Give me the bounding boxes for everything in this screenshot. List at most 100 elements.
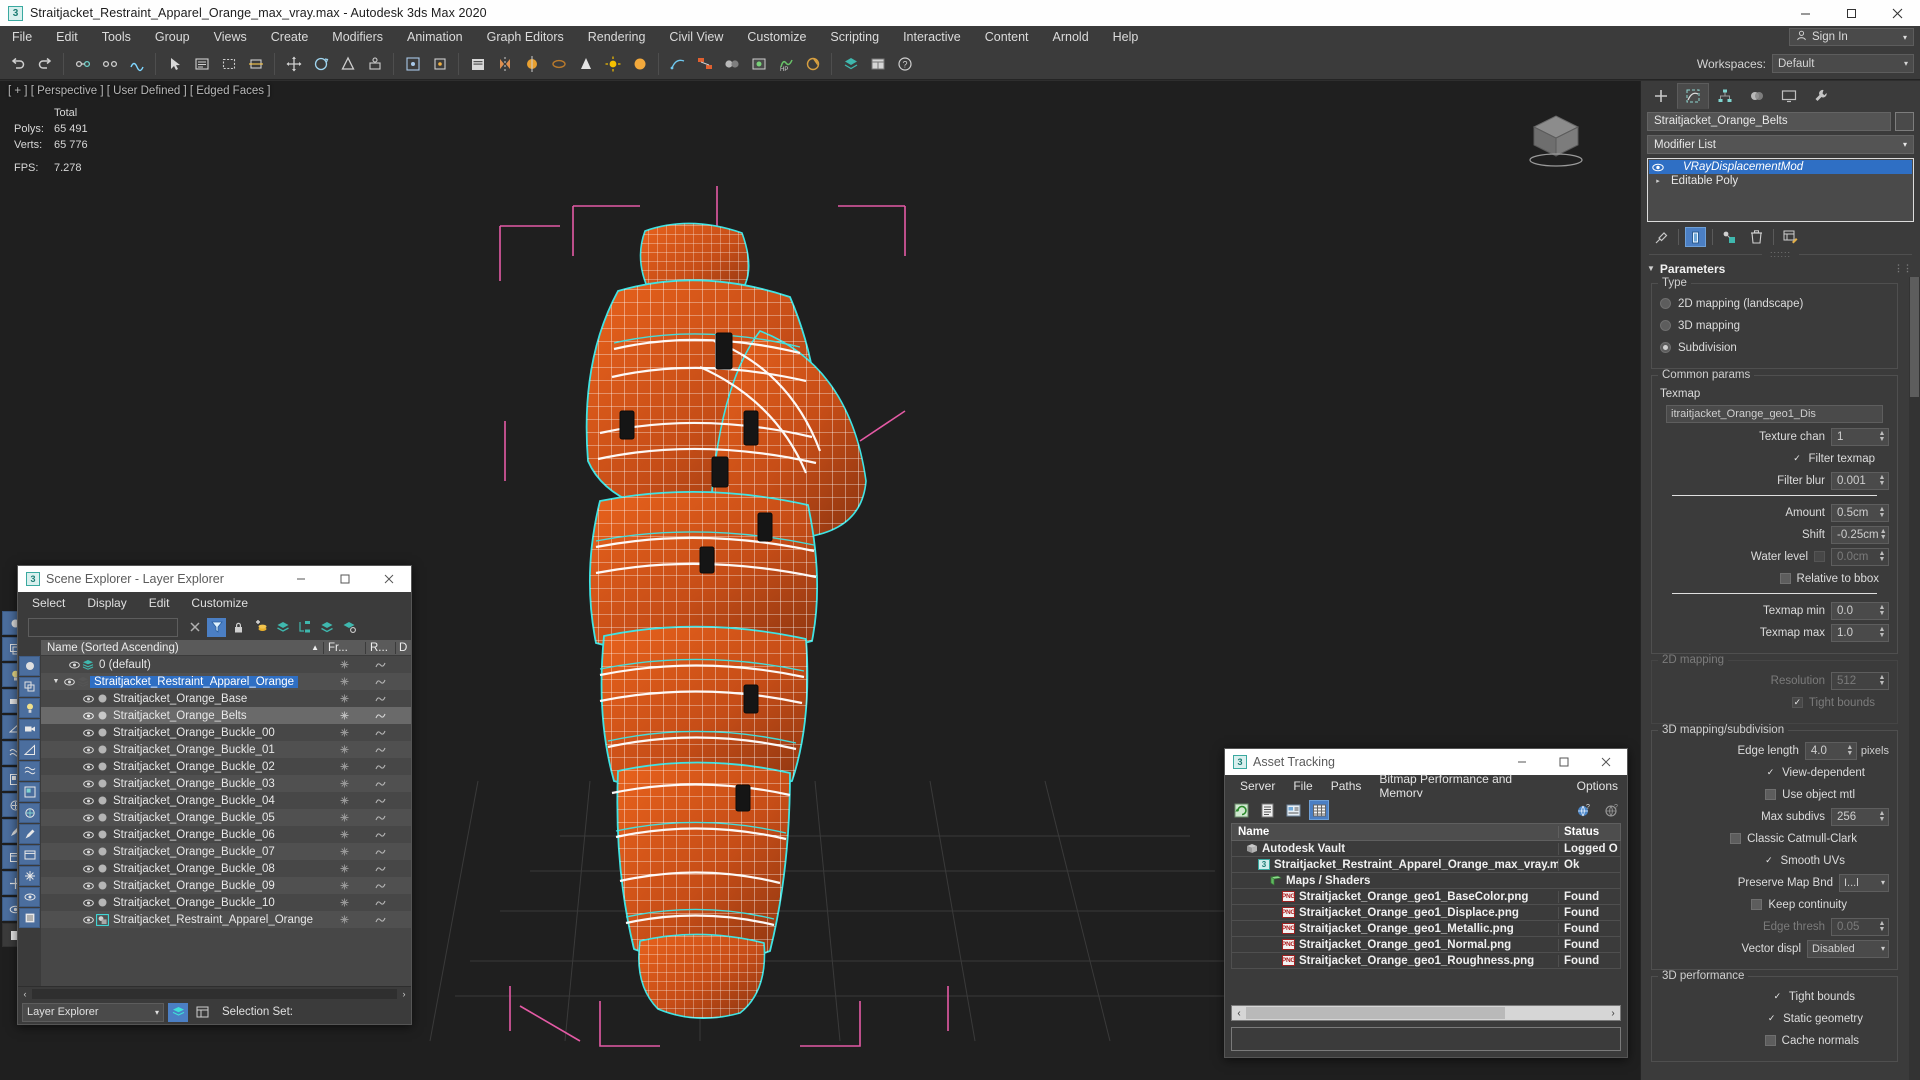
placement-icon[interactable] bbox=[361, 50, 388, 77]
render-toggle[interactable] bbox=[365, 711, 395, 720]
parameters-scroll-area[interactable]: Type 2D mapping (landscape) 3D mapping S… bbox=[1641, 277, 1920, 1080]
menu-views[interactable]: Views bbox=[202, 26, 259, 48]
minimize-button[interactable] bbox=[1782, 0, 1828, 26]
table-row[interactable]: 3 Straitjacket_Restraint_Apparel_Orange_… bbox=[1231, 857, 1621, 873]
utilities-tab[interactable] bbox=[1805, 83, 1837, 109]
frozen-toggle[interactable] bbox=[323, 677, 365, 686]
render-frame-icon[interactable]: HP bbox=[772, 50, 799, 77]
table-row[interactable]: Straitjacket_Orange_Buckle_10 bbox=[41, 894, 411, 911]
path-view-icon[interactable] bbox=[1283, 800, 1303, 820]
render-toggle[interactable] bbox=[365, 728, 395, 737]
render-toggle[interactable] bbox=[365, 813, 395, 822]
menu-group[interactable]: Group bbox=[143, 26, 202, 48]
display-tab[interactable] bbox=[1773, 83, 1805, 109]
table-row[interactable]: Maps / Shaders bbox=[1231, 873, 1621, 889]
visibility-eye-icon[interactable] bbox=[81, 814, 95, 822]
menu-content[interactable]: Content bbox=[973, 26, 1041, 48]
radio-icon[interactable] bbox=[1660, 320, 1671, 331]
menu-edit[interactable]: Edit bbox=[44, 26, 90, 48]
search-input[interactable] bbox=[28, 617, 178, 637]
frozen-toggle[interactable] bbox=[323, 660, 365, 669]
visibility-eye-icon[interactable] bbox=[81, 882, 95, 890]
schematic-view-icon[interactable] bbox=[691, 50, 718, 77]
lock-icon[interactable] bbox=[229, 618, 248, 637]
column-header-name[interactable]: Name (Sorted Ascending) bbox=[47, 642, 179, 654]
explorer-mode-dropdown[interactable]: Layer Explorer ▾ bbox=[22, 1002, 164, 1022]
eye-icon[interactable] bbox=[1649, 163, 1667, 172]
scene-explorer-list[interactable]: Name (Sorted Ascending) ▲ Fr... R... D 0… bbox=[41, 640, 411, 986]
amount-spinner[interactable]: 0.5cm ▲ ▼ bbox=[1831, 503, 1889, 522]
spinner-arrows-icon[interactable]: ▲ ▼ bbox=[1879, 528, 1888, 541]
layer-plus-icon[interactable] bbox=[273, 618, 292, 637]
classic-catmull-clark-row[interactable]: Classic Catmull-Clark bbox=[1660, 829, 1889, 848]
asset-tracking-icon[interactable] bbox=[864, 50, 891, 77]
frozen-toggle[interactable] bbox=[323, 796, 365, 805]
expander-triangle-icon[interactable]: ▼ bbox=[50, 678, 62, 685]
frozen-toggle[interactable] bbox=[323, 779, 365, 788]
select-object-icon[interactable] bbox=[161, 50, 188, 77]
add-layer-icon[interactable] bbox=[251, 618, 270, 637]
spinner-arrows-icon[interactable]: ▲ ▼ bbox=[1876, 550, 1888, 563]
scroll-right-arrow-icon[interactable]: › bbox=[397, 989, 411, 999]
checkbox-icon[interactable] bbox=[1764, 1035, 1776, 1046]
scroll-left-arrow-icon[interactable]: ‹ bbox=[18, 989, 32, 999]
selection-region-icon[interactable] bbox=[215, 50, 242, 77]
filter-cameras-icon[interactable] bbox=[19, 719, 40, 739]
table-row[interactable]: Straitjacket_Orange_Buckle_06 bbox=[41, 826, 411, 843]
checkbox-icon[interactable]: ✓ bbox=[1765, 767, 1777, 778]
menu-rendering[interactable]: Rendering bbox=[576, 26, 658, 48]
render-toggle[interactable] bbox=[365, 745, 395, 754]
menu-civil-view[interactable]: Civil View bbox=[657, 26, 735, 48]
close-button[interactable] bbox=[367, 566, 411, 592]
select-move-icon[interactable] bbox=[280, 50, 307, 77]
keep-continuity-row[interactable]: Keep continuity bbox=[1660, 895, 1889, 914]
texmap-button[interactable]: itraitjacket_Orange_geo1_Dis bbox=[1666, 405, 1883, 423]
table-row[interactable]: Straitjacket_Orange_Buckle_09 bbox=[41, 877, 411, 894]
filter-blur-spinner[interactable]: 0.001 ▲ ▼ bbox=[1831, 471, 1889, 490]
render-toggle[interactable] bbox=[365, 660, 395, 669]
menu-arnold[interactable]: Arnold bbox=[1041, 26, 1101, 48]
visibility-eye-icon[interactable] bbox=[81, 763, 95, 771]
table-row[interactable]: Straitjacket_Orange_Buckle_00 bbox=[41, 724, 411, 741]
frozen-toggle[interactable] bbox=[323, 847, 365, 856]
menu-file[interactable]: File bbox=[0, 26, 44, 48]
frozen-toggle[interactable] bbox=[323, 830, 365, 839]
window-crossing-icon[interactable] bbox=[242, 50, 269, 77]
render-setup-icon[interactable] bbox=[745, 50, 772, 77]
visibility-eye-icon[interactable] bbox=[81, 780, 95, 788]
modify-tab[interactable] bbox=[1677, 83, 1709, 109]
visibility-eye-icon[interactable] bbox=[81, 695, 95, 703]
render-toggle[interactable] bbox=[365, 779, 395, 788]
radio-subdivision[interactable]: Subdivision bbox=[1660, 338, 1889, 357]
checkbox-icon[interactable]: ✓ bbox=[1766, 1013, 1778, 1024]
array-icon[interactable] bbox=[545, 50, 572, 77]
texmap-max-spinner[interactable]: 1.0 ▲ ▼ bbox=[1831, 623, 1889, 642]
spinner-arrows-icon[interactable]: ▲ ▼ bbox=[1876, 474, 1888, 487]
view-dependent-row[interactable]: ✓ View-dependent bbox=[1660, 763, 1889, 782]
column-header-render[interactable]: R... bbox=[365, 641, 395, 654]
table-row[interactable]: Straitjacket_Orange_Buckle_03 bbox=[41, 775, 411, 792]
layer-toggle-icon[interactable] bbox=[168, 1002, 188, 1022]
menu-tools[interactable]: Tools bbox=[90, 26, 143, 48]
close-button[interactable] bbox=[1585, 749, 1627, 775]
texture-chan-spinner[interactable]: 1 ▲ ▼ bbox=[1831, 427, 1889, 446]
undo-icon[interactable] bbox=[4, 50, 31, 77]
relative-bbox-row[interactable]: Relative to bbox bbox=[1660, 569, 1889, 588]
spinner-arrows-icon[interactable]: ▲ ▼ bbox=[1844, 744, 1856, 757]
render-toggle[interactable] bbox=[365, 847, 395, 856]
curve-editor-icon[interactable] bbox=[664, 50, 691, 77]
render-toggle[interactable] bbox=[365, 677, 395, 686]
filter-space-warps-icon[interactable] bbox=[19, 761, 40, 781]
select-scale-icon[interactable] bbox=[334, 50, 361, 77]
pin-stack-icon[interactable] bbox=[1651, 227, 1672, 247]
table-row[interactable]: Straitjacket_Orange_Buckle_04 bbox=[41, 792, 411, 809]
cone-icon[interactable] bbox=[572, 50, 599, 77]
scrollbar-thumb[interactable] bbox=[1246, 1007, 1506, 1019]
shift-spinner[interactable]: -0.25cm ▲ ▼ bbox=[1831, 525, 1889, 544]
frozen-toggle[interactable] bbox=[323, 728, 365, 737]
column-header-display[interactable]: D bbox=[395, 641, 411, 654]
sign-in-button[interactable]: Sign In ▾ bbox=[1789, 28, 1914, 46]
checkbox-icon[interactable]: ✓ bbox=[1771, 991, 1783, 1002]
texmap-min-spinner[interactable]: 0.0 ▲ ▼ bbox=[1831, 601, 1889, 620]
reference-coordinate-icon[interactable] bbox=[399, 50, 426, 77]
